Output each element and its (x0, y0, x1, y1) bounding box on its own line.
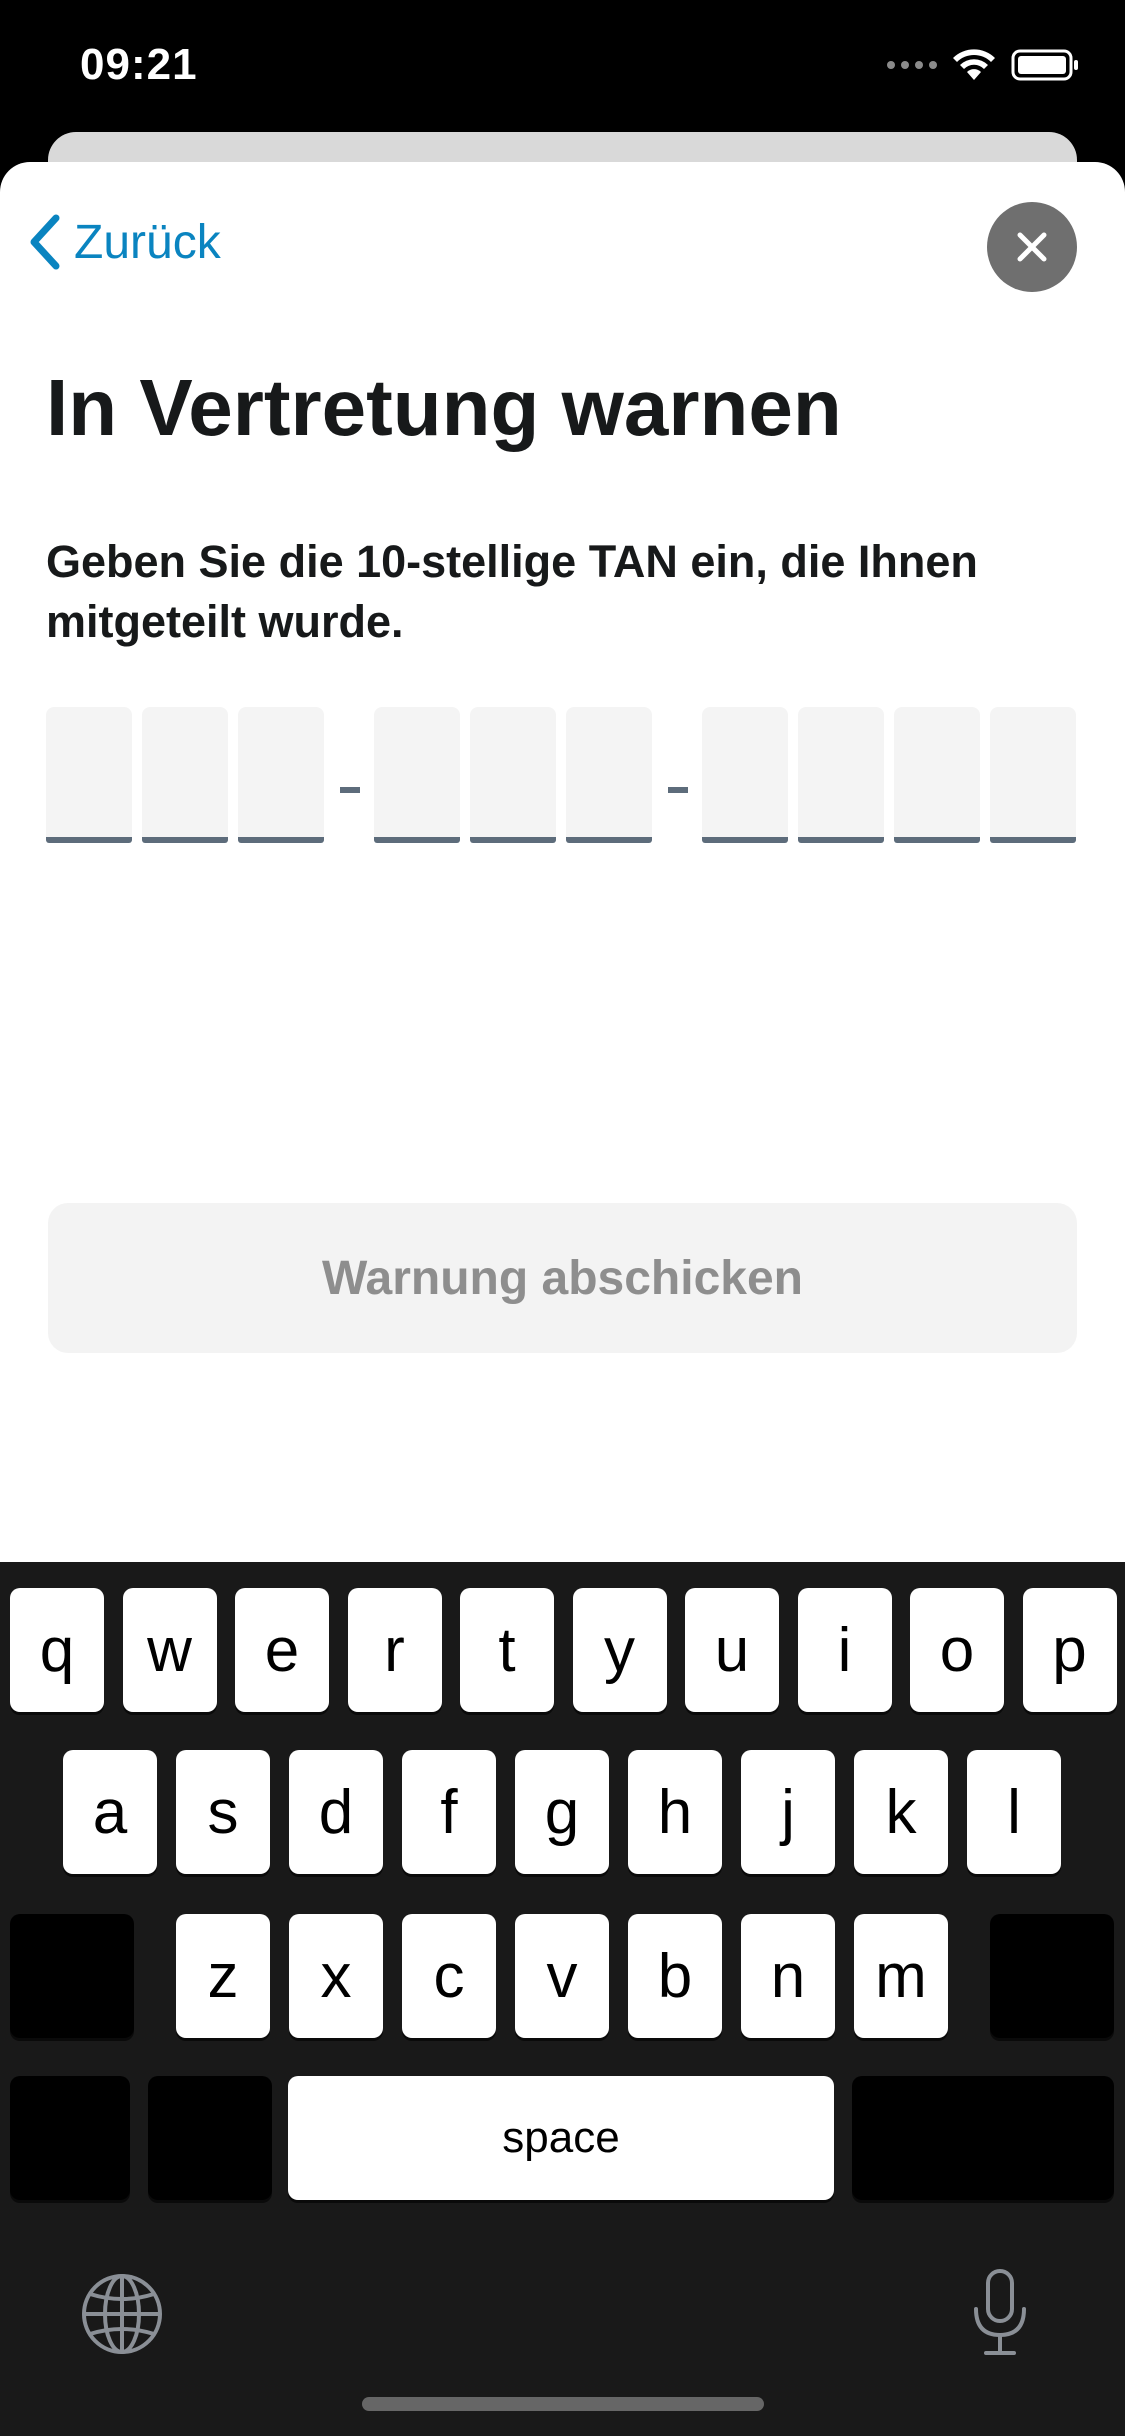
tan-digit-4[interactable] (374, 707, 460, 843)
close-icon (1017, 232, 1047, 262)
signal-dots-icon (887, 61, 937, 69)
back-label: Zurück (74, 215, 221, 269)
status-time: 09:21 (80, 40, 198, 89)
key-v[interactable]: v (515, 1914, 609, 2038)
battery-icon (1011, 49, 1078, 81)
emoji-key[interactable] (148, 2076, 272, 2200)
space-key[interactable]: space (288, 2076, 834, 2200)
key-f[interactable]: f (402, 1750, 496, 1874)
key-a[interactable]: a (63, 1750, 157, 1874)
tan-digit-9[interactable] (894, 707, 980, 843)
key-w[interactable]: w (122, 1588, 217, 1712)
page-title: In Vertretung warnen (46, 363, 842, 452)
tan-digit-2[interactable] (142, 707, 228, 843)
key-k[interactable]: k (854, 1750, 948, 1874)
key-x[interactable]: x (289, 1914, 383, 2038)
numbers-key[interactable] (10, 2076, 130, 2200)
key-g[interactable]: g (515, 1750, 609, 1874)
back-button[interactable]: Zurück (26, 212, 221, 272)
shift-key[interactable] (10, 1914, 134, 2038)
key-n[interactable]: n (741, 1914, 835, 2038)
tan-digit-7[interactable] (702, 707, 788, 843)
status-bar: 09:21 (0, 0, 1125, 140)
tan-digit-10[interactable] (990, 707, 1076, 843)
home-indicator (362, 2397, 764, 2411)
return-key[interactable] (852, 2076, 1114, 2200)
instruction-text: Geben Sie die 10-stellige TAN ein, die I… (46, 536, 978, 647)
key-r[interactable]: r (347, 1588, 442, 1712)
key-q[interactable]: q (10, 1588, 104, 1712)
tan-digit-8[interactable] (798, 707, 884, 843)
chevron-left-icon (30, 214, 60, 270)
status-icons (887, 48, 1081, 82)
key-d[interactable]: d (289, 1750, 383, 1874)
wifi-icon (953, 49, 995, 80)
submit-warning-button[interactable]: Warnung abschicken (48, 1203, 1077, 1353)
key-j[interactable]: j (741, 1750, 835, 1874)
key-t[interactable]: t (460, 1588, 554, 1712)
key-o[interactable]: o (910, 1588, 1004, 1712)
key-b[interactable]: b (628, 1914, 722, 2038)
close-button[interactable] (987, 202, 1077, 292)
key-l[interactable]: l (967, 1750, 1061, 1874)
key-u[interactable]: u (685, 1588, 779, 1712)
microphone-icon[interactable] (968, 2267, 1032, 2357)
key-i[interactable]: i (797, 1588, 892, 1712)
globe-icon[interactable] (80, 2272, 164, 2356)
key-e[interactable]: e (235, 1588, 329, 1712)
key-z[interactable]: z (176, 1914, 270, 2038)
tan-digit-3[interactable] (238, 707, 324, 843)
key-h[interactable]: h (628, 1750, 722, 1874)
key-m[interactable]: m (854, 1914, 948, 2038)
delete-key[interactable] (990, 1914, 1114, 2038)
tan-digit-1[interactable] (46, 707, 132, 843)
key-p[interactable]: p (1022, 1588, 1117, 1712)
tan-digit-5[interactable] (470, 707, 556, 843)
tan-digit-6[interactable] (566, 707, 652, 843)
key-s[interactable]: s (176, 1750, 270, 1874)
key-c[interactable]: c (402, 1914, 496, 2038)
keyboard: qwertyuiop asdfghjkl zxcvbnm space (0, 1562, 1125, 2436)
tan-separator (668, 787, 688, 793)
tan-separator (340, 787, 360, 793)
key-y[interactable]: y (572, 1588, 667, 1712)
